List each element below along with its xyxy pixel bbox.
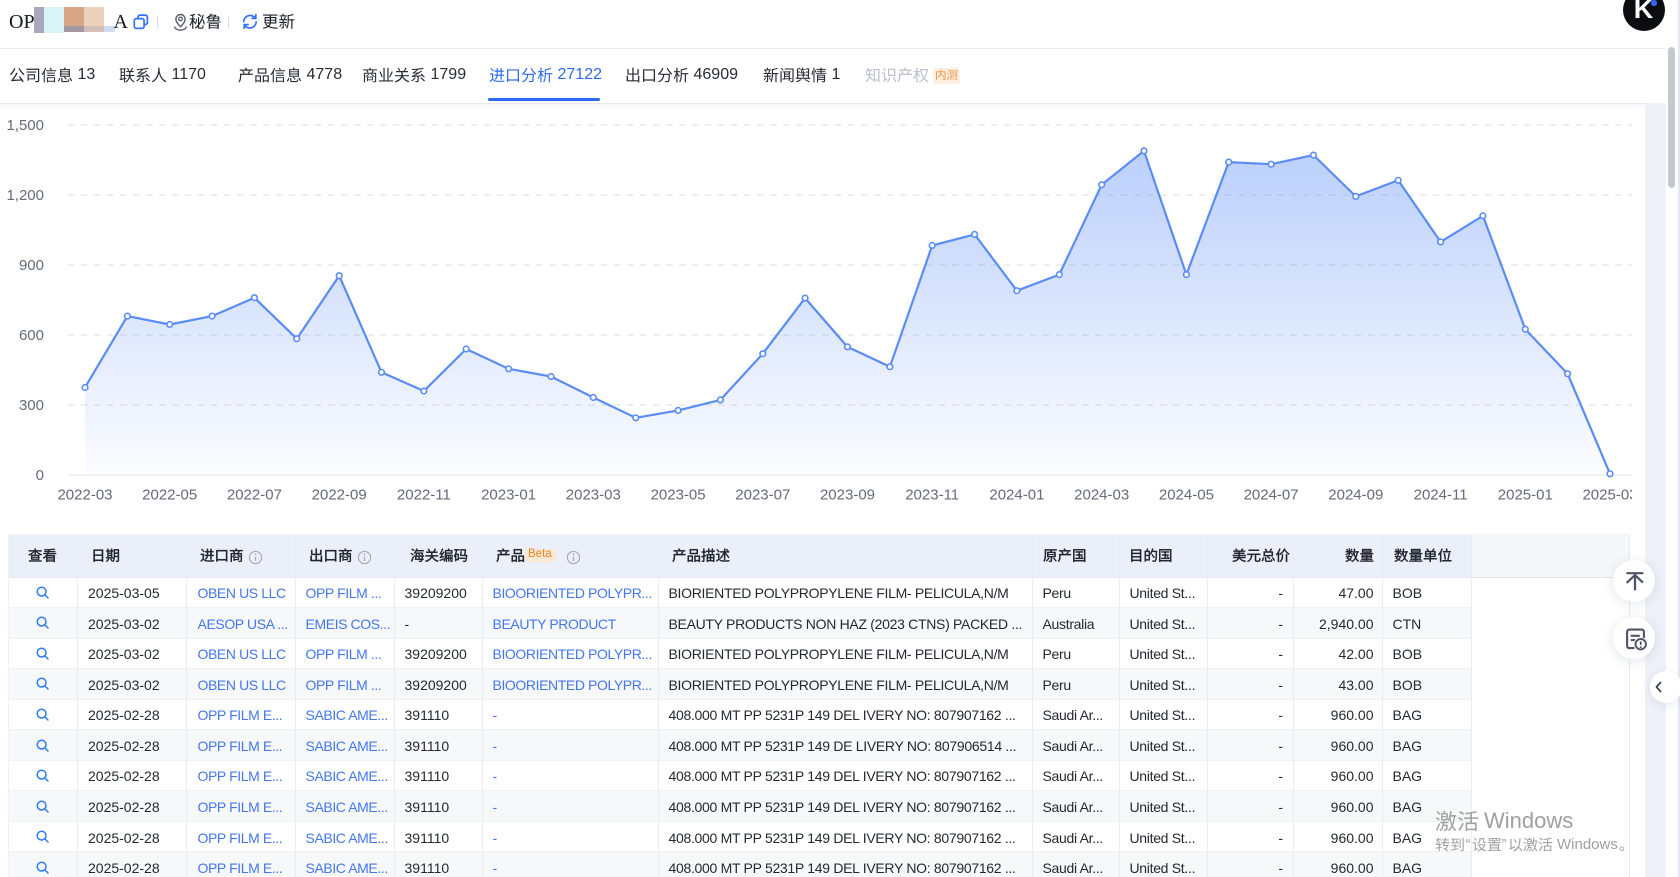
svg-text:2023-01: 2023-01 bbox=[481, 487, 536, 504]
svg-text:600: 600 bbox=[19, 327, 44, 344]
svg-text:900: 900 bbox=[19, 257, 44, 274]
svg-text:2022-05: 2022-05 bbox=[142, 487, 197, 504]
svg-text:1,500: 1,500 bbox=[6, 117, 44, 134]
svg-text:0: 0 bbox=[36, 467, 44, 484]
svg-text:2024-03: 2024-03 bbox=[1074, 487, 1129, 504]
svg-text:2022-03: 2022-03 bbox=[57, 487, 112, 504]
svg-text:2024-05: 2024-05 bbox=[1159, 487, 1214, 504]
svg-text:2025-03: 2025-03 bbox=[1582, 487, 1637, 504]
svg-text:2024-01: 2024-01 bbox=[989, 487, 1044, 504]
svg-text:2022-09: 2022-09 bbox=[312, 487, 367, 504]
svg-text:2023-03: 2023-03 bbox=[566, 487, 621, 504]
svg-text:2023-05: 2023-05 bbox=[651, 487, 706, 504]
svg-text:2023-11: 2023-11 bbox=[905, 487, 959, 504]
svg-text:300: 300 bbox=[19, 397, 44, 414]
svg-text:2023-09: 2023-09 bbox=[820, 487, 875, 504]
svg-text:2024-07: 2024-07 bbox=[1244, 487, 1299, 504]
svg-text:2025-01: 2025-01 bbox=[1498, 487, 1553, 504]
svg-text:2024-09: 2024-09 bbox=[1328, 487, 1383, 504]
svg-text:2022-07: 2022-07 bbox=[227, 487, 282, 504]
svg-text:2023-07: 2023-07 bbox=[735, 487, 790, 504]
svg-text:2024-11: 2024-11 bbox=[1414, 487, 1468, 504]
svg-text:2022-11: 2022-11 bbox=[397, 487, 451, 504]
svg-text:1,200: 1,200 bbox=[6, 187, 44, 204]
